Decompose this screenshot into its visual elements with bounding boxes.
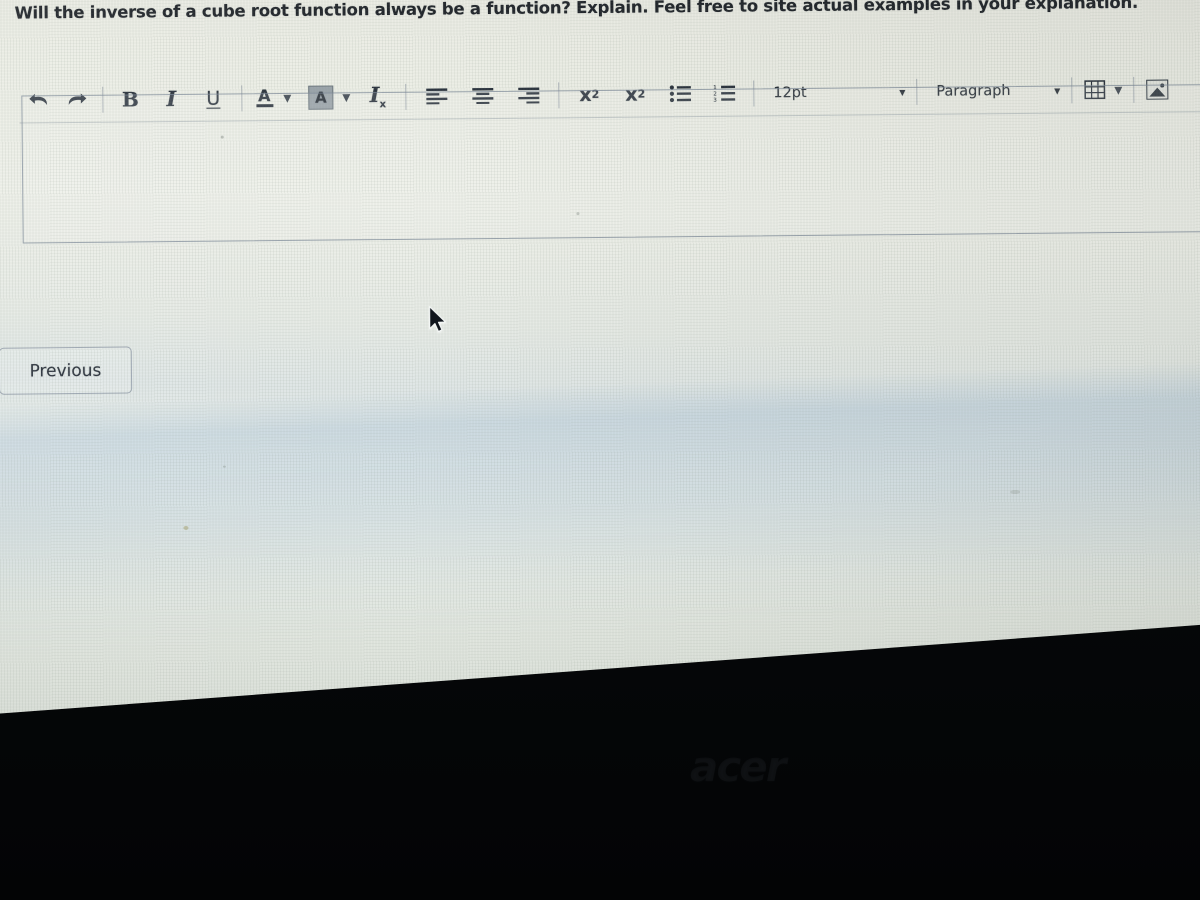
laptop-screen-photo: acer Will the inverse of a cube root fun… bbox=[0, 0, 1200, 900]
lcd-panel: Will the inverse of a cube root function… bbox=[0, 0, 1200, 750]
quiz-page: Will the inverse of a cube root function… bbox=[0, 0, 1200, 690]
acer-brand-logo: acer bbox=[690, 742, 786, 791]
previous-button[interactable]: Previous bbox=[0, 346, 132, 394]
question-prompt: Will the inverse of a cube root function… bbox=[14, 0, 1139, 23]
answer-editor-textarea[interactable] bbox=[21, 84, 1200, 244]
arrow-cursor bbox=[428, 305, 448, 339]
